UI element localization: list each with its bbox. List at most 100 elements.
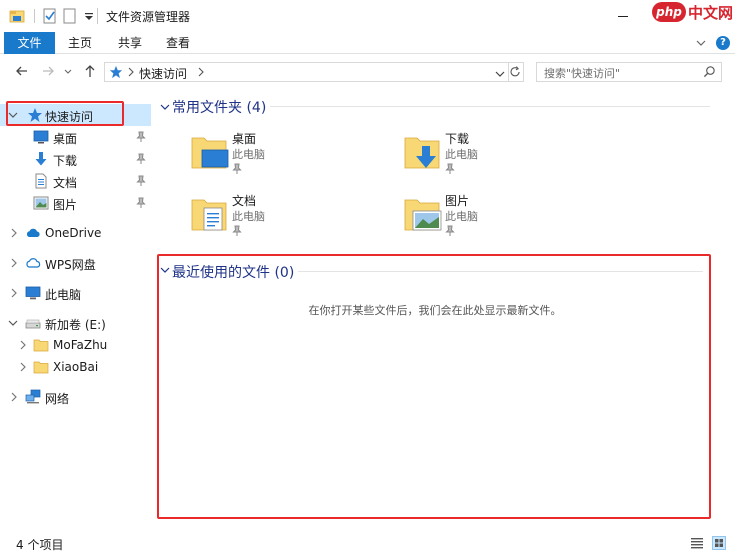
new-folder-icon[interactable]	[62, 8, 78, 24]
sidebar-item-label: WPS网盘	[45, 258, 96, 272]
chevron-right-icon[interactable]	[18, 340, 28, 350]
folder-name: 下载	[445, 132, 470, 146]
sidebar-item-label: 图片	[53, 198, 78, 212]
chevron-down-icon[interactable]	[160, 265, 170, 275]
search-box[interactable]: 搜索"快速访问"	[536, 62, 722, 82]
tab-share[interactable]: 共享	[110, 32, 150, 54]
folder-tile-pictures[interactable]: 图片 此电脑	[403, 188, 613, 244]
sidebar-item-quick-access[interactable]: 快速访问	[0, 104, 151, 126]
recent-locations-icon[interactable]	[62, 63, 74, 79]
folder-location: 此电脑	[445, 148, 478, 161]
sidebar-item-downloads[interactable]: 下载	[0, 148, 151, 170]
up-arrow-icon[interactable]	[82, 63, 98, 79]
divider	[298, 271, 703, 272]
sidebar-item-label: MoFaZhu	[53, 338, 108, 352]
file-explorer-icon	[9, 10, 25, 23]
pin-icon	[445, 225, 455, 236]
recent-files-header[interactable]: 最近使用的文件 (0)	[172, 262, 294, 282]
folder-tile-documents[interactable]: 文档 此电脑	[190, 188, 400, 244]
network-icon	[25, 389, 41, 404]
chevron-right-icon[interactable]	[9, 258, 19, 268]
folder-name: 桌面	[232, 132, 257, 146]
address-dropdown-icon[interactable]	[494, 67, 506, 83]
customize-toolbar-icon[interactable]	[81, 8, 97, 24]
breadcrumb-chevron-icon[interactable]	[197, 67, 205, 77]
navigation-pane: 快速访问 桌面 下载 文档 图片 OneDrive WPS网盘 此电脑 新加卷 …	[0, 96, 151, 526]
window-title: 文件资源管理器	[106, 10, 191, 24]
onedrive-cloud-icon	[26, 228, 40, 237]
chevron-right-icon[interactable]	[9, 392, 19, 402]
pictures-folder-icon	[404, 199, 442, 231]
folder-icon	[33, 361, 49, 374]
download-icon	[35, 152, 47, 166]
large-icons-view-icon[interactable]	[712, 536, 726, 550]
sidebar-item-documents[interactable]: 文档	[0, 170, 151, 192]
sidebar-item-folder[interactable]: XiaoBai	[0, 356, 151, 378]
folder-location: 此电脑	[232, 148, 265, 161]
sidebar-item-label: 下载	[53, 154, 78, 168]
search-icon[interactable]	[703, 65, 716, 78]
forward-arrow-icon[interactable]	[40, 63, 56, 79]
address-row: 快速访问 搜索"快速访问"	[0, 58, 735, 86]
chevron-down-icon[interactable]	[160, 102, 170, 112]
pin-icon[interactable]	[136, 175, 146, 187]
folder-tile-downloads[interactable]: 下载 此电脑	[403, 126, 613, 182]
sidebar-item-label: 桌面	[53, 132, 78, 146]
divider	[270, 106, 710, 107]
tab-view[interactable]: 查看	[158, 32, 198, 54]
sidebar-item-pictures[interactable]: 图片	[0, 192, 151, 214]
sidebar-item-network[interactable]: 网络	[0, 386, 151, 408]
folder-icon	[33, 339, 49, 352]
sidebar-item-label: 快速访问	[45, 110, 94, 124]
highlight-recent-files	[157, 254, 711, 519]
frequent-folders-header[interactable]: 常用文件夹 (4)	[172, 97, 266, 117]
pin-icon[interactable]	[136, 153, 146, 165]
help-icon[interactable]: ?	[716, 36, 730, 50]
quick-access-star-icon	[109, 65, 123, 79]
chevron-right-icon[interactable]	[9, 288, 19, 298]
documents-folder-icon	[191, 199, 227, 231]
sidebar-item-label: 文档	[53, 176, 78, 190]
breadcrumb-chevron-icon[interactable]	[127, 67, 135, 77]
pin-icon[interactable]	[136, 131, 146, 143]
folder-tile-desktop[interactable]: 桌面 此电脑	[190, 126, 400, 182]
drive-icon	[25, 319, 41, 329]
chevron-down-icon[interactable]	[8, 318, 18, 328]
sidebar-item-this-pc[interactable]: 此电脑	[0, 282, 151, 304]
minimize-button[interactable]	[608, 6, 638, 26]
sidebar-item-wps[interactable]: WPS网盘	[0, 252, 151, 274]
sidebar-item-label: 新加卷 (E:)	[45, 318, 106, 332]
address-bar[interactable]: 快速访问	[104, 62, 509, 82]
back-arrow-icon[interactable]	[14, 63, 30, 79]
download-folder-icon	[404, 137, 440, 169]
chevron-right-icon[interactable]	[9, 228, 19, 238]
desktop-icon	[33, 130, 49, 144]
sidebar-item-label: XiaoBai	[53, 360, 99, 374]
sidebar-item-desktop[interactable]: 桌面	[0, 126, 151, 148]
folder-name: 文档	[232, 194, 257, 208]
pin-icon	[232, 225, 242, 236]
breadcrumb-quick-access[interactable]: 快速访问	[139, 65, 187, 82]
refresh-icon[interactable]	[508, 62, 524, 82]
item-count: 4 个项目	[16, 538, 64, 552]
sidebar-item-onedrive[interactable]: OneDrive	[0, 222, 151, 244]
pin-icon	[232, 163, 242, 174]
pin-icon[interactable]	[136, 197, 146, 209]
tab-home[interactable]: 主页	[60, 32, 100, 54]
wps-cloud-icon	[26, 258, 41, 268]
chevron-right-icon[interactable]	[18, 362, 28, 372]
details-view-icon[interactable]	[690, 536, 704, 550]
expand-ribbon-icon[interactable]	[694, 36, 708, 50]
properties-icon[interactable]	[42, 8, 58, 24]
watermark-badge: php	[652, 2, 686, 22]
sidebar-item-folder[interactable]: MoFaZhu	[0, 334, 151, 356]
folder-location: 此电脑	[232, 210, 265, 223]
chevron-down-icon[interactable]	[8, 110, 18, 120]
desktop-folder-icon	[191, 137, 229, 169]
tab-file[interactable]: 文件	[4, 32, 55, 54]
search-input[interactable]: 搜索"快速访问"	[544, 65, 620, 81]
sidebar-item-drive-e[interactable]: 新加卷 (E:)	[0, 312, 151, 334]
recent-files-empty-message: 在你打开某些文件后，我们会在此处显示最新文件。	[308, 304, 562, 317]
quick-access-star-icon	[28, 108, 42, 122]
pin-icon	[445, 163, 455, 174]
